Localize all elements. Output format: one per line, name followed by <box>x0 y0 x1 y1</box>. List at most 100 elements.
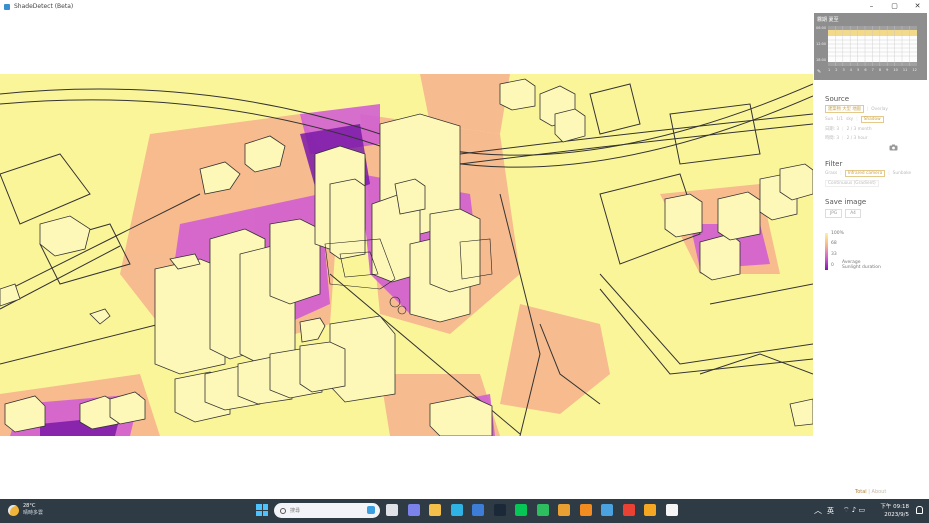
footer-links: Total | About <box>855 489 886 495</box>
date-label: 日期: 3 <box>825 127 840 132</box>
maximize-button[interactable]: ▢ <box>883 0 906 12</box>
legend-label: 68 <box>831 241 837 246</box>
time-label: 時間: 3 <box>825 136 840 141</box>
input-method-indicator[interactable]: 英 <box>827 506 834 516</box>
task-view-icon[interactable] <box>386 504 398 516</box>
search-placeholder: 搜尋 <box>290 508 301 514</box>
heatmap-x-label: 4 <box>849 68 853 72</box>
window-title: ShadeDetect (Beta) <box>14 3 74 10</box>
heatmap-grid <box>828 26 917 66</box>
line-icon[interactable] <box>515 504 527 516</box>
edge-icon[interactable] <box>450 504 463 516</box>
clock-time: 下午 09:18 <box>880 504 909 510</box>
heatmap-x-label: 1 <box>828 68 831 72</box>
filter-continuous-gradient[interactable]: Continuous (Gradient) <box>825 180 879 187</box>
title-bar: ShadeDetect (Beta) – ▢ ✕ <box>0 0 929 13</box>
camera-icon[interactable] <box>889 144 898 151</box>
weather-description: 晴時多雲 <box>23 510 44 516</box>
rss-icon[interactable] <box>644 504 656 516</box>
heatmap-x-label: 2 <box>835 68 838 72</box>
avast-icon[interactable] <box>579 504 592 516</box>
file-icon[interactable] <box>665 504 678 516</box>
heatmap-x-label: 10 <box>893 68 898 72</box>
copilot-icon[interactable] <box>367 506 375 514</box>
about-link[interactable]: | About <box>868 489 886 495</box>
window-controls: – ▢ ✕ <box>860 0 929 13</box>
divider: | <box>840 171 842 176</box>
divider: | <box>888 171 890 176</box>
total-link[interactable]: Total <box>855 489 867 495</box>
filter-row-2: Continuous (Gradient) <box>825 180 879 187</box>
heatmap-y-label: 12:00 <box>816 42 827 46</box>
pen-icon[interactable]: ✎ <box>817 69 821 75</box>
heatmap-x-label: 8 <box>878 68 882 72</box>
legend-color-bar <box>825 233 828 270</box>
heatmap-x-label: 11 <box>902 68 908 72</box>
legend-label-min: 0 <box>831 263 834 268</box>
control-panel: 霧期 夏至 06:00 12:00 18:00 1 2 3 4 5 6 7 8 … <box>813 13 929 495</box>
app-logo-icon <box>4 3 10 10</box>
sun-hours-heatmap[interactable]: 霧期 夏至 06:00 12:00 18:00 1 2 3 4 5 6 7 8 … <box>814 13 927 80</box>
minimize-button[interactable]: – <box>860 0 883 12</box>
filter-infrared-camera[interactable]: Infrared camera <box>844 170 886 177</box>
weather-widget[interactable]: 28°C 晴時多雲 <box>8 503 43 517</box>
windows-taskbar: 28°C 晴時多雲 搜尋 ︿ 英 ⌔ ♪ ▭ 下午 09:18 2023/9/5 <box>0 499 929 523</box>
chevron-up-icon[interactable]: ︿ <box>814 505 822 516</box>
heatmap-x-label: 9 <box>886 68 889 72</box>
heatmap-x-label: 5 <box>857 68 860 72</box>
steam-icon[interactable] <box>493 504 506 516</box>
heatmap-x-axis: 1 2 3 4 5 6 7 8 9 10 11 12 <box>828 68 917 72</box>
filter-sunbake[interactable]: Sunbake <box>893 171 912 176</box>
save-image-title: Save image <box>825 198 867 206</box>
sun-value[interactable]: 1/1 <box>836 117 843 122</box>
app-window: ShadeDetect (Beta) – ▢ ✕ 霧期 夏至 06:00 12:… <box>0 0 929 523</box>
filter-title: Filter <box>825 160 843 168</box>
divider: | <box>842 126 844 132</box>
divider: | <box>866 106 869 112</box>
divider: | <box>842 135 844 141</box>
evernote-icon[interactable] <box>536 504 549 516</box>
heatmap-y-label: 06:00 <box>816 26 827 30</box>
taskbar-search[interactable]: 搜尋 <box>274 503 380 518</box>
source-mode-buildings[interactable]: 建築物 大型 地圖 <box>825 105 864 113</box>
source-time-row: 時間: 3 | 2 / 3 hour <box>825 135 868 142</box>
start-icon[interactable] <box>256 504 268 516</box>
source-sun-row: Sun 1/1 sky | Shadow <box>825 116 884 123</box>
source-title: Source <box>825 95 850 103</box>
heatmap-x-label: 6 <box>864 68 867 72</box>
shadow-map-viewport[interactable] <box>0 74 813 436</box>
month-slider[interactable]: 2 / 3 month <box>847 127 872 132</box>
source-mode-overlay[interactable]: Overlay <box>871 107 888 112</box>
filter-row-1: Grass | Infrared camera | Sunbake <box>825 170 911 177</box>
shadedetect-app-icon[interactable] <box>601 504 613 516</box>
word-icon[interactable] <box>472 504 484 516</box>
taskbar-clock[interactable]: 下午 09:18 2023/9/5 <box>880 503 909 519</box>
file-explorer-icon[interactable] <box>429 504 441 516</box>
close-button[interactable]: ✕ <box>906 0 929 12</box>
notification-icon[interactable] <box>916 506 923 514</box>
save-a4-button[interactable]: A4 <box>845 209 861 218</box>
save-jpg-button[interactable]: JPG <box>825 209 843 218</box>
heatmap-title: 霧期 夏至 <box>817 17 839 23</box>
sky-label[interactable]: sky <box>846 117 853 122</box>
shadow-toggle[interactable]: Shadow <box>860 116 884 123</box>
source-mode-row: 建築物 大型 地圖 | Overlay <box>825 105 888 113</box>
heatmap-y-label: 18:00 <box>816 58 827 62</box>
clock-date: 2023/9/5 <box>884 512 909 518</box>
hour-slider[interactable]: 2 / 3 hour <box>847 136 868 141</box>
save-image-row: JPG A4 <box>825 209 861 218</box>
divider: | <box>856 117 858 122</box>
heatmap-x-label: 3 <box>842 68 845 72</box>
sunlight-legend: 100% 68 33 0 Average Sunlight duration <box>825 231 905 276</box>
legend-label-max: 100% <box>831 231 844 236</box>
teams-icon[interactable] <box>407 504 420 516</box>
shadow-map-render <box>0 74 813 436</box>
partly-cloudy-icon <box>8 504 19 516</box>
legend-label: 33 <box>831 252 837 257</box>
legend-caption-sunlight: Sunlight duration <box>842 265 881 270</box>
network-volume-battery-icons[interactable]: ⌔ ♪ ▭ <box>843 506 865 515</box>
archive-icon[interactable] <box>558 504 570 516</box>
chrome-icon[interactable] <box>622 504 635 516</box>
filter-grass[interactable]: Grass <box>825 171 837 176</box>
source-date-row: 日期: 3 | 2 / 3 month <box>825 126 872 133</box>
